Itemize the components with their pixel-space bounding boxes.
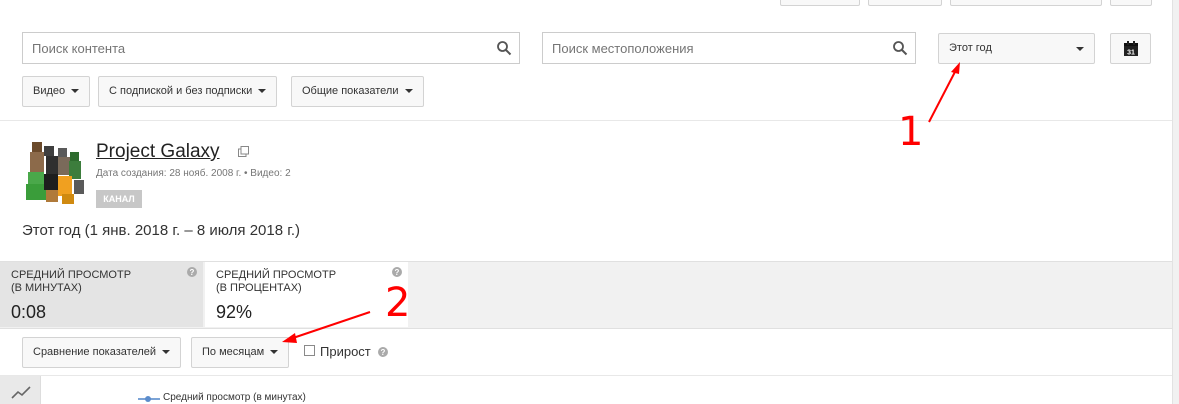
group-by-period-dropdown[interactable]: По месяцам <box>191 337 290 368</box>
svg-text:?: ? <box>381 348 386 357</box>
subscription-dropdown[interactable]: С подпиской и без подписки <box>98 76 278 107</box>
section-divider <box>0 120 1172 121</box>
metric-value: 92% <box>216 302 253 322</box>
chevron-down-icon <box>258 89 267 94</box>
legend-label: Средний просмотр (в минутах) <box>163 392 306 403</box>
top-toolbar-button[interactable] <box>1110 0 1152 6</box>
period-select-label: Этот год <box>949 42 992 54</box>
line-chart-icon <box>11 386 31 399</box>
metric-label-line: (В МИНУТАХ) <box>11 282 82 294</box>
date-range-text: Этот год (1 янв. 2018 г. – 8 июля 2018 г… <box>22 222 301 239</box>
help-icon[interactable]: ? <box>392 267 402 277</box>
help-icon[interactable]: ? <box>187 267 197 277</box>
growth-checkbox[interactable] <box>304 345 315 356</box>
metric-label-line: СРЕДНИЙ ПРОСМОТР <box>11 269 132 281</box>
channel-meta: Дата создания: 28 нояб. 2008 г. • Видео:… <box>96 168 291 179</box>
content-search <box>22 32 520 64</box>
metrics-label: Общие показатели <box>302 85 399 97</box>
calendar-icon: 31 <box>1124 41 1138 57</box>
metric-value: 0:08 <box>11 302 47 322</box>
help-icon[interactable]: ? <box>378 347 388 357</box>
channel-avatar[interactable] <box>22 140 88 204</box>
annotation-marker-1: 1 <box>898 109 924 155</box>
content-type-label: Видео <box>33 85 66 97</box>
search-icon[interactable] <box>892 40 908 56</box>
calendar-button[interactable]: 31 <box>1110 33 1151 64</box>
metrics-dropdown[interactable]: Общие показатели <box>291 76 424 107</box>
location-search <box>542 32 916 64</box>
metric-label: СРЕДНИЙ ПРОСМОТР (В МИНУТАХ) <box>11 269 131 295</box>
subscription-label: С подпиской и без подписки <box>109 85 253 97</box>
chevron-down-icon <box>404 89 413 94</box>
compare-metrics-dropdown[interactable]: Сравнение показателей <box>22 337 181 368</box>
top-toolbar-button[interactable] <box>950 0 1102 6</box>
analytics-panel: Этот год 31 Видео С подпиской и без подп… <box>0 0 1173 404</box>
chevron-down-icon <box>162 350 170 355</box>
top-toolbar-button[interactable] <box>780 0 860 6</box>
metric-card-avg-view-duration[interactable]: СРЕДНИЙ ПРОСМОТР (В МИНУТАХ) 0:08 ? <box>0 262 203 327</box>
chevron-down-icon <box>270 350 279 355</box>
svg-text:?: ? <box>395 268 400 277</box>
legend-marker <box>145 396 151 402</box>
calendar-day: 31 <box>1127 50 1135 57</box>
location-search-input[interactable] <box>543 33 915 63</box>
top-toolbar-button[interactable] <box>868 0 942 6</box>
period-select[interactable]: Этот год <box>938 33 1095 64</box>
chevron-down-icon <box>71 89 80 94</box>
annotation-marker-2: 2 <box>385 280 411 326</box>
channel-title-link[interactable]: Project Galaxy <box>96 141 220 163</box>
compare-metrics-label: Сравнение показателей <box>33 346 156 358</box>
content-type-dropdown[interactable]: Видео <box>22 76 91 107</box>
group-by-period-label: По месяцам <box>202 346 265 358</box>
line-chart-toggle[interactable] <box>0 376 41 404</box>
metric-label-line: СРЕДНИЙ ПРОСМОТР <box>216 269 337 281</box>
growth-checkbox-label[interactable]: Прирост <box>320 344 371 359</box>
svg-text:?: ? <box>190 268 195 277</box>
section-divider <box>0 375 1172 376</box>
external-link-icon[interactable] <box>238 146 249 157</box>
search-icon[interactable] <box>496 40 512 56</box>
content-search-input[interactable] <box>23 33 519 63</box>
metric-label: СРЕДНИЙ ПРОСМОТР (В ПРОЦЕНТАХ) <box>216 269 336 295</box>
channel-badge: КАНАЛ <box>96 190 142 208</box>
metric-label-line: (В ПРОЦЕНТАХ) <box>216 282 302 294</box>
metric-card-avg-percentage-viewed[interactable]: СРЕДНИЙ ПРОСМОТР (В ПРОЦЕНТАХ) 92% ? <box>205 262 408 327</box>
chevron-down-icon <box>1076 47 1084 51</box>
